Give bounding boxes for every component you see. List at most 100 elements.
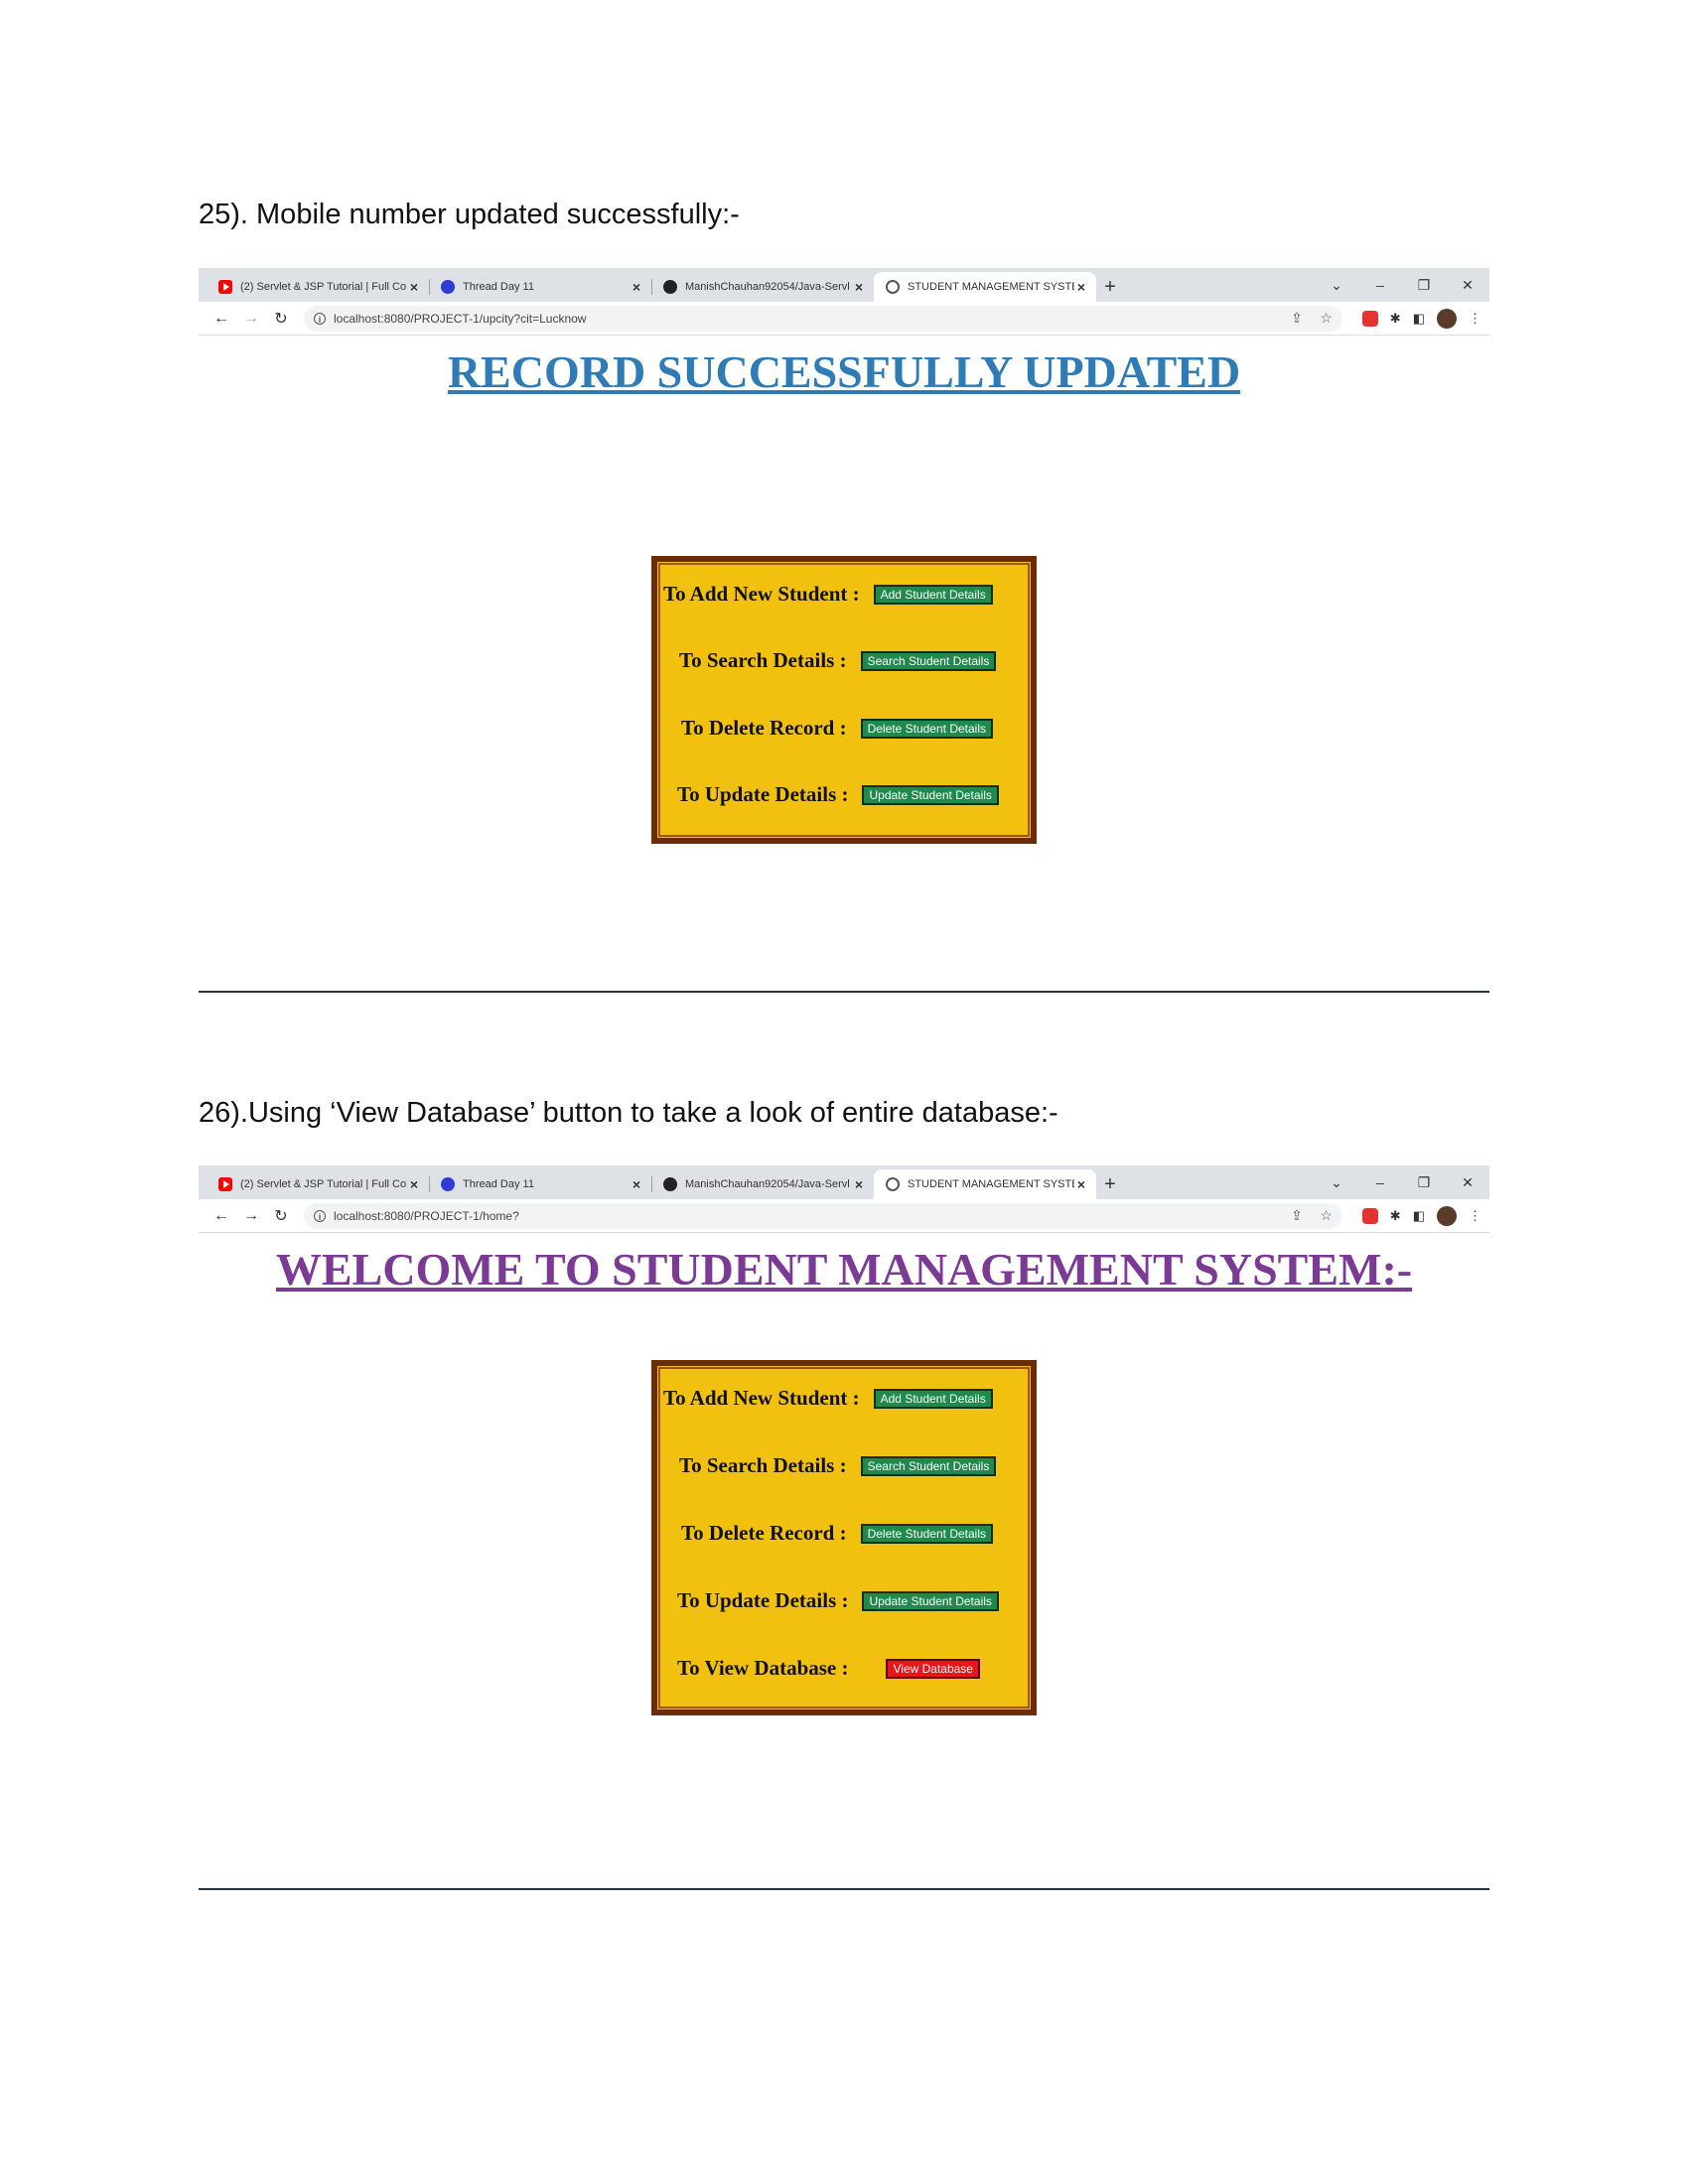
tab-title: ManishChauhan92054/Java-Servl xyxy=(685,1178,850,1190)
tab-title: Thread Day 11 xyxy=(463,1178,534,1190)
url-text: localhost:8080/PROJECT-1/home? xyxy=(334,1208,519,1223)
menu-label: To View Database : xyxy=(677,1656,849,1680)
close-icon[interactable]: × xyxy=(1074,279,1088,295)
tab-thread-day[interactable]: Thread Day 11 × xyxy=(429,1169,651,1199)
tab-student-management[interactable]: STUDENT MANAGEMENT SYSTEM × xyxy=(874,1169,1096,1199)
close-icon[interactable]: × xyxy=(407,279,421,295)
adblock-icon[interactable] xyxy=(1361,1207,1378,1224)
extensions-area: ✱ ◧ ⋮ xyxy=(1350,1205,1481,1226)
search-student-button[interactable]: Search Student Details xyxy=(860,650,997,671)
menu-label: To Update Details : xyxy=(677,782,849,806)
menu-panel: To Add New Student : Add Student Details… xyxy=(651,1360,1037,1715)
kebab-menu-icon[interactable]: ⋮ xyxy=(1469,1208,1481,1224)
side-panel-icon[interactable]: ◧ xyxy=(1413,311,1425,327)
close-icon[interactable]: × xyxy=(852,1176,866,1192)
tab-search-icon[interactable]: ⌄ xyxy=(1315,1165,1358,1199)
forward-icon[interactable]: → xyxy=(236,1207,266,1225)
window-close-icon[interactable]: ✕ xyxy=(1446,268,1489,302)
section-divider xyxy=(199,1888,1489,1890)
info-icon[interactable]: i xyxy=(314,312,326,325)
delete-student-button[interactable]: Delete Student Details xyxy=(860,1523,993,1544)
tab-title: ManishChauhan92054/Java-Servl xyxy=(685,281,850,293)
menu-row: To Delete Record : Delete Student Detail… xyxy=(657,716,1031,741)
page-heading: RECORD SUCCESSFULLY UPDATED xyxy=(447,346,1241,397)
menu-row: To Delete Record : Delete Student Detail… xyxy=(657,1521,1031,1546)
share-icon[interactable]: ⇪ xyxy=(1291,1207,1303,1223)
kebab-menu-icon[interactable]: ⋮ xyxy=(1469,311,1481,327)
minimize-icon[interactable]: – xyxy=(1358,268,1402,302)
tab-title: (2) Servlet & JSP Tutorial | Full Co xyxy=(240,1178,407,1190)
tab-github[interactable]: ManishChauhan92054/Java-Servl × xyxy=(651,1169,874,1199)
delete-student-button[interactable]: Delete Student Details xyxy=(860,718,993,739)
menu-row: To Update Details : Update Student Detai… xyxy=(657,1588,1031,1613)
menu-label: To Search Details : xyxy=(679,1453,847,1477)
new-tab-button[interactable]: + xyxy=(1096,272,1124,302)
close-icon[interactable]: × xyxy=(852,279,866,295)
avatar[interactable] xyxy=(1437,1205,1457,1226)
back-icon[interactable]: ← xyxy=(207,310,236,328)
add-student-button[interactable]: Add Student Details xyxy=(873,584,993,605)
bookmark-star-icon[interactable]: ☆ xyxy=(1320,310,1333,326)
close-icon[interactable]: × xyxy=(407,1176,421,1192)
reload-icon[interactable]: ↻ xyxy=(266,1206,296,1226)
menu-panel: To Add New Student : Add Student Details… xyxy=(651,556,1037,844)
close-icon[interactable]: × xyxy=(1074,1176,1088,1192)
menu-label: To Delete Record : xyxy=(681,1521,847,1545)
url-text: localhost:8080/PROJECT-1/upcity?cit=Luck… xyxy=(334,311,587,326)
tab-title: (2) Servlet & JSP Tutorial | Full Co xyxy=(240,281,407,293)
page-content: WELCOME TO STUDENT MANAGEMENT SYSTEM:- T… xyxy=(199,1233,1489,1731)
tab-student-management[interactable]: STUDENT MANAGEMENT SYSTEM × xyxy=(874,272,1096,302)
view-database-button[interactable]: View Database xyxy=(886,1658,980,1679)
restore-icon[interactable]: ❐ xyxy=(1402,1165,1446,1199)
minimize-icon[interactable]: – xyxy=(1358,1165,1402,1199)
side-panel-icon[interactable]: ◧ xyxy=(1413,1208,1425,1224)
tab-search-icon[interactable]: ⌄ xyxy=(1315,268,1358,302)
window-controls: ⌄ – ❐ ✕ xyxy=(1315,268,1489,302)
menu-label: To Add New Student : xyxy=(663,582,860,606)
info-icon[interactable]: i xyxy=(314,1209,326,1222)
address-bar[interactable]: i localhost:8080/PROJECT-1/upcity?cit=Lu… xyxy=(304,305,1342,332)
youtube-icon xyxy=(218,1177,232,1191)
window-close-icon[interactable]: ✕ xyxy=(1446,1165,1489,1199)
forward-icon[interactable]: → xyxy=(236,310,266,328)
tab-youtube[interactable]: (2) Servlet & JSP Tutorial | Full Co × xyxy=(207,1169,429,1199)
gfg-icon xyxy=(441,1177,455,1191)
menu-label: To Search Details : xyxy=(679,648,847,672)
reload-icon[interactable]: ↻ xyxy=(266,309,296,329)
extensions-area: ✱ ◧ ⋮ xyxy=(1350,308,1481,329)
puzzle-icon[interactable]: ✱ xyxy=(1390,1208,1401,1224)
puzzle-icon[interactable]: ✱ xyxy=(1390,311,1401,327)
caption-step-25: 25). Mobile number updated successfully:… xyxy=(199,199,740,230)
address-bar[interactable]: i localhost:8080/PROJECT-1/home? ⇪ ☆ xyxy=(304,1202,1342,1229)
browser-toolbar: ← → ↻ i localhost:8080/PROJECT-1/home? ⇪… xyxy=(199,1199,1489,1233)
share-icon[interactable]: ⇪ xyxy=(1291,310,1303,326)
bookmark-star-icon[interactable]: ☆ xyxy=(1320,1207,1333,1223)
tab-thread-day[interactable]: Thread Day 11 × xyxy=(429,272,651,302)
update-student-button[interactable]: Update Student Details xyxy=(862,1590,999,1611)
restore-icon[interactable]: ❐ xyxy=(1402,268,1446,302)
menu-row: To View Database : View Database xyxy=(657,1656,1031,1681)
page-content: RECORD SUCCESSFULLY UPDATED To Add New S… xyxy=(199,336,1489,874)
github-icon xyxy=(663,280,677,294)
window-controls: ⌄ – ❐ ✕ xyxy=(1315,1165,1489,1199)
back-icon[interactable]: ← xyxy=(207,1207,236,1225)
new-tab-button[interactable]: + xyxy=(1096,1169,1124,1199)
browser-screenshot-2: (2) Servlet & JSP Tutorial | Full Co × T… xyxy=(199,1165,1489,1731)
section-divider xyxy=(199,991,1489,993)
close-icon[interactable]: × xyxy=(630,1176,643,1192)
tab-github[interactable]: ManishChauhan92054/Java-Servl × xyxy=(651,272,874,302)
adblock-icon[interactable] xyxy=(1361,310,1378,327)
youtube-icon xyxy=(218,280,232,294)
add-student-button[interactable]: Add Student Details xyxy=(873,1388,993,1409)
close-icon[interactable]: × xyxy=(630,279,643,295)
github-icon xyxy=(663,1177,677,1191)
tab-title: Thread Day 11 xyxy=(463,281,534,293)
avatar[interactable] xyxy=(1437,308,1457,329)
tab-youtube[interactable]: (2) Servlet & JSP Tutorial | Full Co × xyxy=(207,272,429,302)
tab-bar: (2) Servlet & JSP Tutorial | Full Co × T… xyxy=(199,268,1489,302)
browser-toolbar: ← → ↻ i localhost:8080/PROJECT-1/upcity?… xyxy=(199,302,1489,336)
menu-row: To Search Details : Search Student Detai… xyxy=(657,1453,1031,1478)
update-student-button[interactable]: Update Student Details xyxy=(862,784,999,805)
search-student-button[interactable]: Search Student Details xyxy=(860,1455,997,1476)
menu-row: To Add New Student : Add Student Details xyxy=(657,1386,1031,1411)
